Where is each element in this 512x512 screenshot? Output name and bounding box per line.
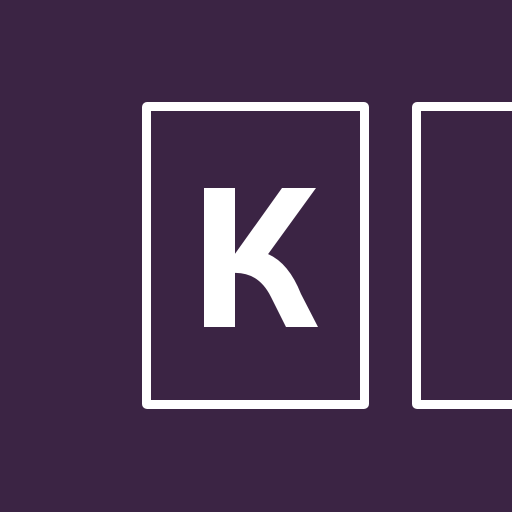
k-letter-icon <box>204 188 318 327</box>
app-logo-tile: K <box>0 0 512 512</box>
